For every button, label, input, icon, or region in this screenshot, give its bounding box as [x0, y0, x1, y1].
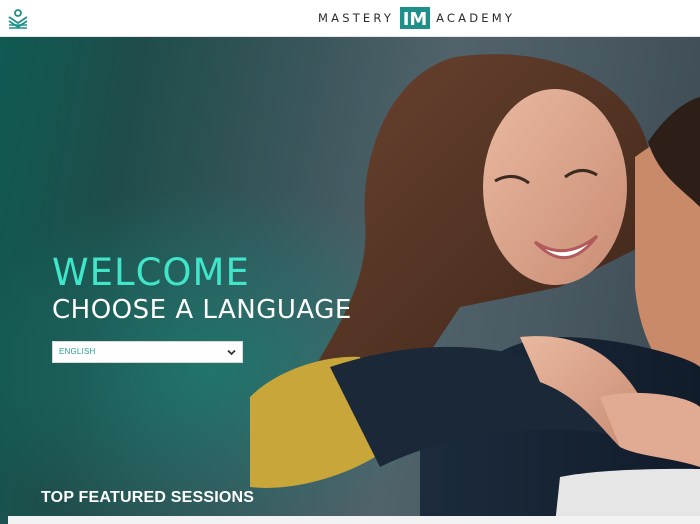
language-select-value: ENGLISH [59, 347, 96, 356]
top-header: MASTERY IM ACADEMY [0, 0, 700, 37]
hero-copy: WELCOME CHOOSE A LANGUAGE [52, 253, 352, 327]
chevron-down-icon [227, 349, 236, 356]
language-select[interactable]: ENGLISH [52, 341, 243, 363]
hero-banner: WELCOME CHOOSE A LANGUAGE ENGLISH TOP FE… [0, 37, 700, 524]
brand-mark-icon: IM [400, 7, 431, 30]
lotus-logo-icon[interactable] [7, 8, 29, 30]
brand-right-word: ACADEMY [436, 11, 516, 25]
choose-language-heading: CHOOSE A LANGUAGE [52, 295, 352, 325]
welcome-heading: WELCOME [52, 251, 250, 294]
brand-logo[interactable]: MASTERY IM ACADEMY [318, 6, 515, 30]
svg-text:IM: IM [403, 9, 428, 30]
featured-sessions-strip [8, 516, 700, 524]
brand-left-word: MASTERY [318, 11, 395, 25]
featured-sessions-heading: TOP FEATURED SESSIONS [41, 489, 255, 506]
